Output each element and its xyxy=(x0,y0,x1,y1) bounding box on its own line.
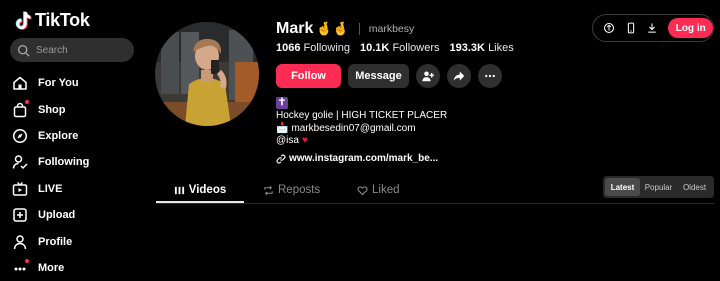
bio-line: @isa ♥ xyxy=(276,135,447,148)
profile-handle: markbesy xyxy=(368,23,415,35)
add-friend-button[interactable] xyxy=(416,64,440,88)
ellipsis-icon xyxy=(485,74,495,78)
repost-icon xyxy=(264,185,273,195)
user-following-icon xyxy=(12,155,28,170)
share-button[interactable] xyxy=(447,64,471,88)
envelope-icon: 📩 xyxy=(276,122,289,134)
profile-link[interactable]: www.instagram.com/mark_be... xyxy=(276,153,438,164)
sidebar-item-label: Explore xyxy=(38,129,79,142)
profile-name: Mark xyxy=(276,20,314,37)
shopping-bag-icon xyxy=(13,102,27,117)
search-box[interactable] xyxy=(10,38,134,62)
tab-reposts[interactable]: Reposts xyxy=(263,178,320,202)
tabs-divider xyxy=(156,203,714,204)
stat-value: 10.1K xyxy=(360,42,390,54)
bio-mention: @isa xyxy=(276,135,299,146)
stat-label: Following xyxy=(303,42,351,54)
tab-videos[interactable]: Videos xyxy=(156,178,244,202)
tab-liked[interactable]: Liked xyxy=(357,178,400,202)
tab-label: Liked xyxy=(372,184,400,196)
avatar-photo xyxy=(155,22,259,126)
stat-label: Followers xyxy=(392,42,440,54)
sidebar-item-label: Shop xyxy=(38,103,66,116)
profile-bio: Hockey golie | HIGH TICKET PLACER 📩 mark… xyxy=(276,110,447,148)
link-text: www.instagram.com/mark_be... xyxy=(289,153,439,164)
tiktok-logo[interactable]: TikTok xyxy=(14,10,90,31)
profile-name-row: Mark 🤞🤞 markbesy xyxy=(276,20,414,38)
live-tv-icon xyxy=(12,181,28,196)
profile-tabs: Videos Reposts Liked xyxy=(156,178,606,202)
login-button[interactable]: Log in xyxy=(668,18,713,38)
sidebar-item-upload[interactable]: Upload xyxy=(12,202,89,228)
stat-following[interactable]: 1066 Following xyxy=(276,42,350,54)
sidebar-item-label: Following xyxy=(38,156,90,169)
sidebar-item-following[interactable]: Following xyxy=(12,149,89,175)
sidebar: TikTok For You Shop xyxy=(0,0,145,274)
bio-email: markbesedin07@gmail.com xyxy=(291,122,416,134)
profile-stats: 1066 Following 10.1K Followers 193.3K Li… xyxy=(276,42,524,54)
person-icon xyxy=(13,234,27,249)
follow-button[interactable]: Follow xyxy=(276,64,341,88)
sidebar-item-more[interactable]: More xyxy=(12,255,89,281)
heart-outline-icon xyxy=(357,185,368,195)
stat-value: 193.3K xyxy=(449,42,485,54)
search-icon xyxy=(17,44,30,56)
bio-line: Hockey golie | HIGH TICKET PLACER xyxy=(276,110,448,121)
tab-label: Reposts xyxy=(278,184,321,196)
sidebar-item-label: Upload xyxy=(38,209,76,222)
download-icon[interactable] xyxy=(644,20,659,36)
sort-latest[interactable]: Latest xyxy=(605,178,640,196)
link-icon xyxy=(276,154,286,163)
profile-actions: Follow Message xyxy=(276,64,502,88)
compass-icon xyxy=(12,128,28,144)
sidebar-item-explore[interactable]: Explore xyxy=(12,123,89,149)
sidebar-item-live[interactable]: LIVE xyxy=(12,176,89,202)
mobile-app-icon[interactable] xyxy=(623,20,638,36)
stat-value: 1066 xyxy=(276,42,301,54)
sidebar-item-label: Profile xyxy=(38,235,73,248)
tab-label: Videos xyxy=(188,184,227,196)
sidebar-item-label: For You xyxy=(38,77,79,90)
home-icon xyxy=(13,76,27,90)
top-actions-bar: Log in xyxy=(592,14,714,42)
sidebar-item-label: More xyxy=(38,261,65,274)
notification-dot xyxy=(25,100,29,105)
sidebar-nav: For You Shop Explore Following LIVE Uplo… xyxy=(12,70,89,281)
sort-popular[interactable]: Popular xyxy=(640,178,677,196)
bio-email-line: 📩 markbesedin07@gmail.com xyxy=(276,123,447,136)
logo-text: TikTok xyxy=(35,10,90,30)
stat-followers[interactable]: 10.1K Followers xyxy=(360,42,440,54)
share-icon xyxy=(453,71,465,81)
sidebar-item-shop[interactable]: Shop xyxy=(12,96,89,122)
avatar[interactable] xyxy=(155,22,259,126)
sidebar-item-for-you[interactable]: For You xyxy=(12,70,89,96)
notification-dot xyxy=(25,258,29,263)
more-options-button[interactable] xyxy=(478,64,502,88)
search-input[interactable] xyxy=(36,44,126,56)
tiktok-logo-icon xyxy=(15,11,32,30)
sidebar-item-profile[interactable]: Profile xyxy=(12,228,89,254)
sort-toggle: Latest Popular Oldest xyxy=(603,176,714,198)
name-emoji: 🤞🤞 xyxy=(316,21,349,36)
add-user-icon xyxy=(422,71,434,82)
upload-plus-icon xyxy=(13,208,27,222)
coins-icon[interactable] xyxy=(601,20,616,36)
heart-icon: ♥ xyxy=(301,135,308,146)
divider xyxy=(358,23,360,35)
stat-label: Likes xyxy=(488,42,514,54)
stat-likes: 193.3K Likes xyxy=(450,42,514,54)
message-button[interactable]: Message xyxy=(348,64,409,88)
cross-emoji: ✝ xyxy=(276,97,288,109)
grid-bars-icon xyxy=(174,186,184,194)
sidebar-item-label: LIVE xyxy=(38,182,63,195)
sort-oldest[interactable]: Oldest xyxy=(677,178,712,196)
